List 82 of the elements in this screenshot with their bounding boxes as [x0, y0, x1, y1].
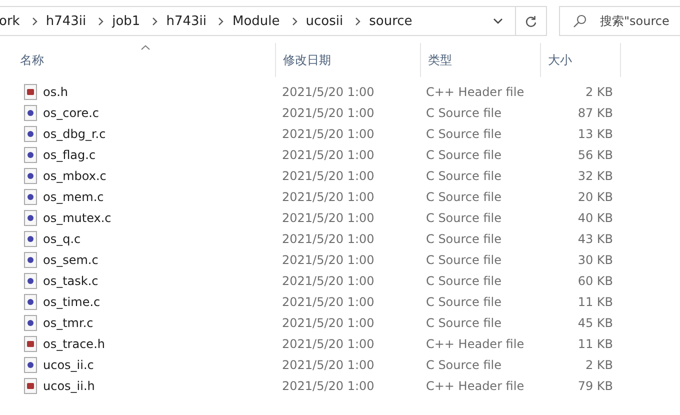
breadcrumb[interactable]: ucosii	[306, 14, 344, 28]
modified-date: 2021/5/20 1:00	[282, 190, 376, 204]
file-type: C Source file	[426, 126, 502, 140]
chevron-icon	[355, 16, 362, 26]
file-type: C++ Header file	[426, 336, 526, 350]
file-size: 32 KB	[576, 168, 613, 182]
chevron-icon	[218, 16, 224, 26]
file-name[interactable]: ucos_ii.h	[43, 378, 95, 392]
file-name[interactable]: os_q.c	[43, 232, 81, 246]
chevron-icon	[292, 16, 298, 26]
file-size: 13 KB	[576, 126, 613, 140]
file-size: 87 KB	[576, 106, 613, 120]
file-type: C++ Header file	[426, 378, 526, 392]
file-size: 2 KB	[584, 84, 613, 98]
modified-date: 2021/5/20 1:00	[282, 294, 376, 308]
modified-date: 2021/5/20 1:00	[282, 148, 376, 162]
refresh-icon	[525, 14, 537, 28]
modified-date: 2021/5/20 1:00	[282, 106, 376, 120]
file-type: C Source file	[426, 252, 502, 266]
file-name[interactable]: os_mem.c	[43, 190, 104, 204]
search-field[interactable]: 搜索"source	[559, 6, 680, 36]
file-size: 40 KB	[576, 210, 613, 224]
file-name[interactable]: os_sem.c	[43, 252, 98, 266]
modified-date: 2021/5/20 1:00	[282, 336, 376, 350]
file-type: C Source file	[426, 168, 502, 182]
file-name[interactable]: os_core.c	[43, 106, 99, 120]
chevron-icon	[32, 16, 38, 26]
file-name[interactable]: os_mbox.c	[43, 168, 106, 182]
file-size: 43 KB	[576, 232, 613, 246]
breadcrumb[interactable]: job1	[112, 14, 140, 28]
file-size: 56 KB	[576, 148, 613, 162]
file-size: 45 KB	[576, 316, 613, 330]
file-size: 60 KB	[576, 274, 613, 288]
file-size: 11 KB	[576, 294, 613, 308]
modified-date: 2021/5/20 1:00	[282, 126, 376, 140]
file-size: 20 KB	[576, 190, 613, 204]
dropdown-icon[interactable]	[493, 18, 503, 24]
file-name[interactable]: os_mutex.c	[43, 210, 112, 224]
column-header[interactable]: 类型	[421, 43, 541, 77]
modified-date: 2021/5/20 1:00	[282, 168, 376, 182]
modified-date: 2021/5/20 1:00	[282, 274, 376, 288]
file-name[interactable]: os_flag.c	[43, 148, 96, 162]
file-name[interactable]: ucos_ii.c	[43, 358, 94, 372]
file-type: C Source file	[426, 210, 502, 224]
file-type: C Source file	[426, 232, 502, 246]
breadcrumb[interactable]: Module	[232, 14, 280, 28]
column-header[interactable]: 名称	[0, 43, 276, 77]
file-type: C++ Header file	[426, 84, 526, 98]
file-name[interactable]: os.h	[43, 84, 68, 98]
file-type: C Source file	[426, 274, 502, 288]
file-type: C Source file	[426, 316, 502, 330]
breadcrumb[interactable]: h743ii	[46, 14, 86, 28]
modified-date: 2021/5/20 1:00	[282, 84, 376, 98]
modified-date: 2021/5/20 1:00	[282, 210, 376, 224]
file-name[interactable]: os_tmr.c	[43, 316, 94, 330]
column-header[interactable]: 大小	[541, 43, 621, 77]
breadcrumb[interactable]: ork	[0, 14, 20, 28]
file-size: 2 KB	[584, 358, 613, 372]
address-bar[interactable]: ork h743ii job1 h743ii Module ucosii source	[0, 6, 516, 36]
file-type: C Source file	[426, 106, 502, 120]
file-size: 11 KB	[576, 336, 613, 350]
breadcrumb[interactable]: h743ii	[166, 14, 206, 28]
modified-date: 2021/5/20 1:00	[282, 316, 376, 330]
breadcrumb[interactable]: source	[369, 14, 412, 28]
refresh-button[interactable]	[516, 6, 547, 36]
modified-date: 2021/5/20 1:00	[282, 232, 376, 246]
modified-date: 2021/5/20 1:00	[282, 358, 376, 372]
file-type: C Source file	[426, 294, 502, 308]
column-header[interactable]: 修改日期	[276, 43, 421, 77]
file-name[interactable]: os_task.c	[43, 274, 98, 288]
file-type: C Source file	[426, 148, 502, 162]
chevron-icon	[98, 16, 104, 26]
file-type: C Source file	[426, 358, 502, 372]
file-size: 79 KB	[576, 378, 613, 392]
file-name[interactable]: os_time.c	[43, 294, 100, 308]
chevron-icon	[152, 16, 158, 26]
file-name[interactable]: os_dbg_r.c	[43, 126, 106, 140]
file-type: C Source file	[426, 190, 502, 204]
file-size: 30 KB	[576, 252, 613, 266]
modified-date: 2021/5/20 1:00	[282, 252, 376, 266]
file-name[interactable]: os_trace.h	[43, 336, 105, 350]
modified-date: 2021/5/20 1:00	[282, 378, 376, 392]
